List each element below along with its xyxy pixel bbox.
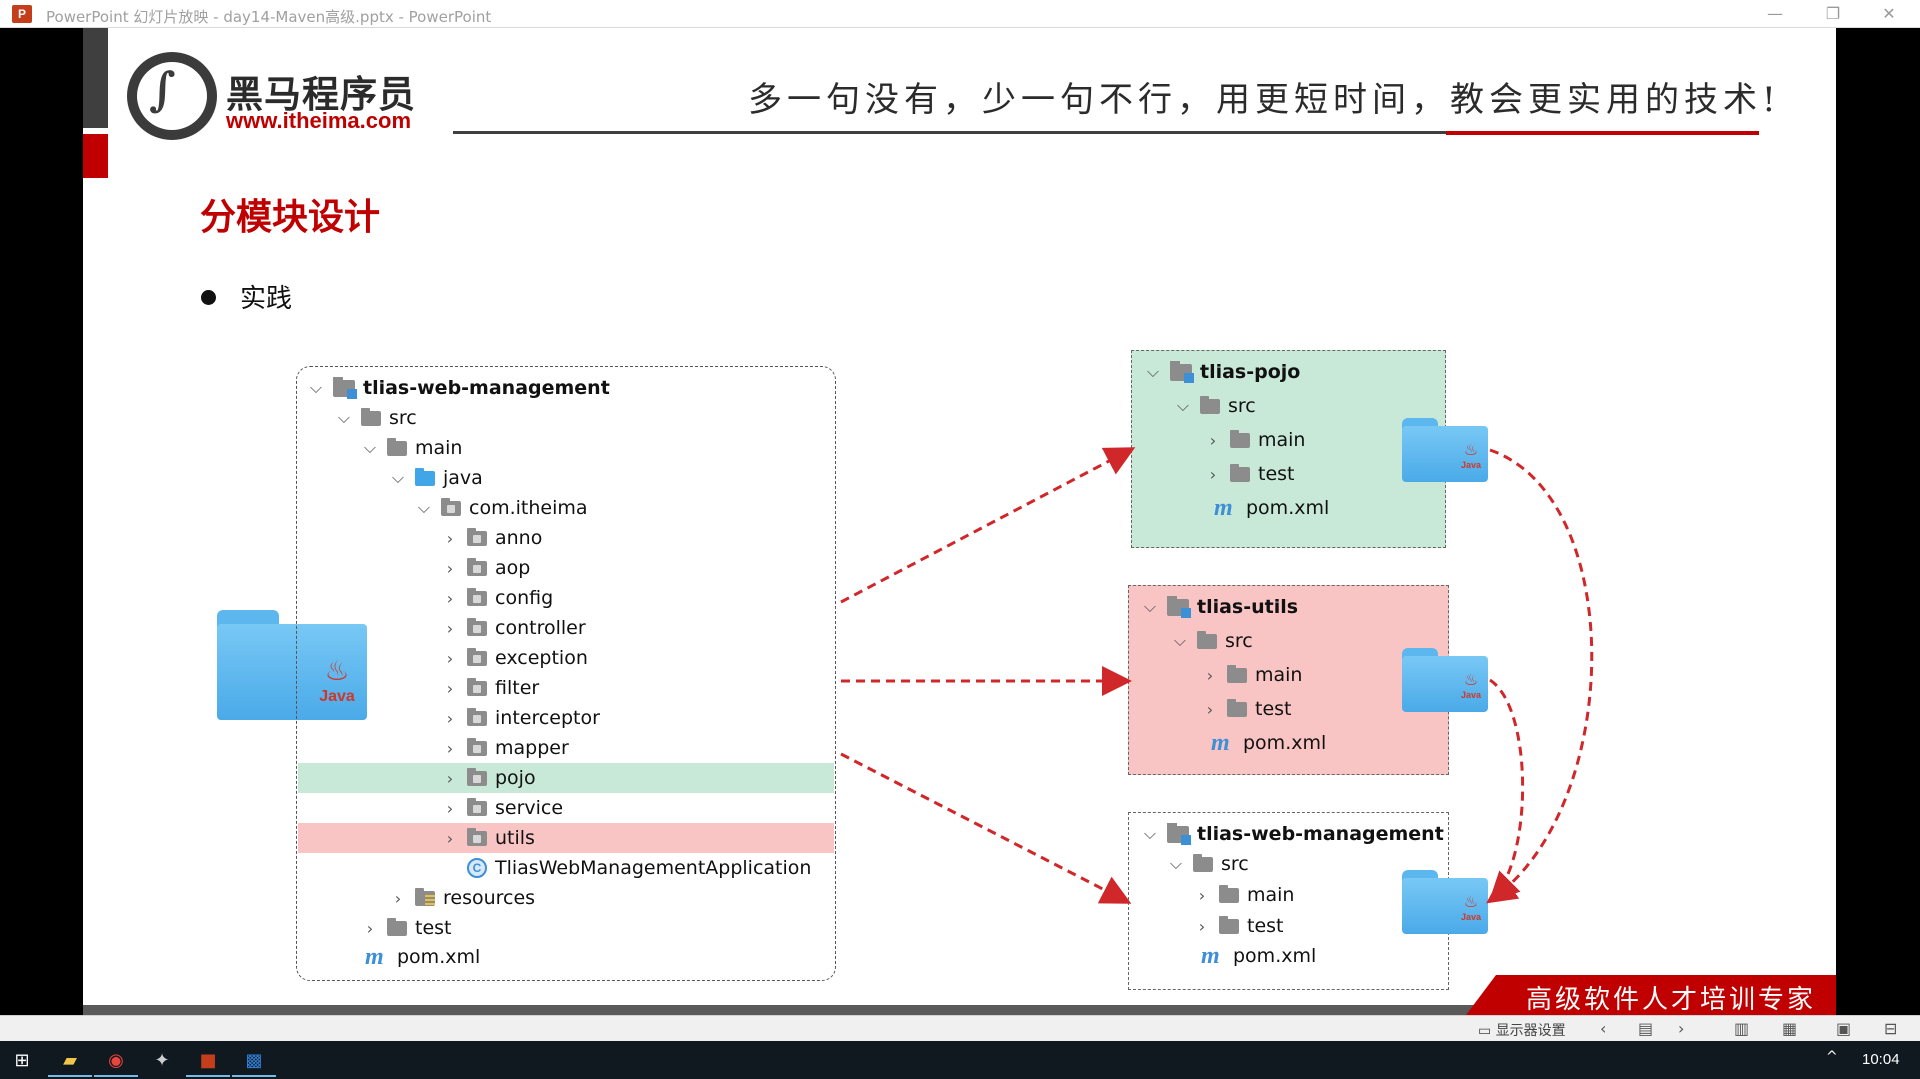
presenter-view-icon[interactable]: ▣ [1836, 1019, 1851, 1038]
powerpoint-app-icon: P [12, 5, 32, 23]
reading-view-icon[interactable]: ▥ [1734, 1019, 1749, 1038]
arrow-to-web [840, 752, 1132, 904]
monitor-settings-button[interactable]: ▭ 显示器设置 [1478, 1020, 1566, 1040]
taskbar-clock[interactable]: 10:04 [1862, 1051, 1900, 1068]
arrow-to-pojo [840, 447, 1136, 604]
chrome-icon[interactable]: ◉ [94, 1045, 138, 1077]
normal-view-icon[interactable]: ▤ [1638, 1019, 1653, 1038]
minimize-button[interactable]: — [1752, 0, 1798, 28]
slideshow-icon[interactable]: ⊟ [1884, 1019, 1897, 1038]
windows-start-icon[interactable]: ⊞ [0, 1045, 44, 1077]
powerpoint-taskbar-icon[interactable]: ■ [186, 1045, 230, 1077]
slide-canvas[interactable]: ∫ 黑马程序员 www.itheima.com 多一句没有，少一句不行，用更短时… [83, 28, 1836, 1005]
prev-slide-icon[interactable]: ‹ [1600, 1019, 1606, 1038]
app-bird-icon[interactable]: ✦ [140, 1045, 184, 1077]
windows-taskbar: ⊞ ▰ ◉ ✦ ■ ▩ ^ 10:04 [0, 1041, 1920, 1079]
close-button[interactable]: ✕ [1866, 0, 1912, 28]
intellij-idea-icon[interactable]: ▩ [232, 1045, 276, 1077]
dependency-arrows [840, 447, 1594, 904]
slide-sorter-icon[interactable]: ▦ [1782, 1019, 1797, 1038]
window-title: PowerPoint 幻灯片放映 - day14-Maven高级.pptx - … [46, 8, 492, 26]
arrow-utils-to-web [1488, 678, 1525, 903]
slideshow-status-bar: ▭ 显示器设置 ‹ ▤ › ▥ ▦ ▣ ⊟ [0, 1015, 1920, 1041]
arrow-pojo-to-web [1486, 448, 1594, 904]
next-slide-icon[interactable]: › [1678, 1019, 1684, 1038]
restore-button[interactable]: ❐ [1810, 0, 1856, 28]
window-title-bar: P PowerPoint 幻灯片放映 - day14-Maven高级.pptx … [0, 0, 1920, 28]
file-explorer-icon[interactable]: ▰ [48, 1045, 92, 1077]
tray-chevron-up-icon[interactable]: ^ [1826, 1049, 1838, 1065]
slogan-banner: 高级软件人才培训专家 [1466, 975, 1836, 1015]
